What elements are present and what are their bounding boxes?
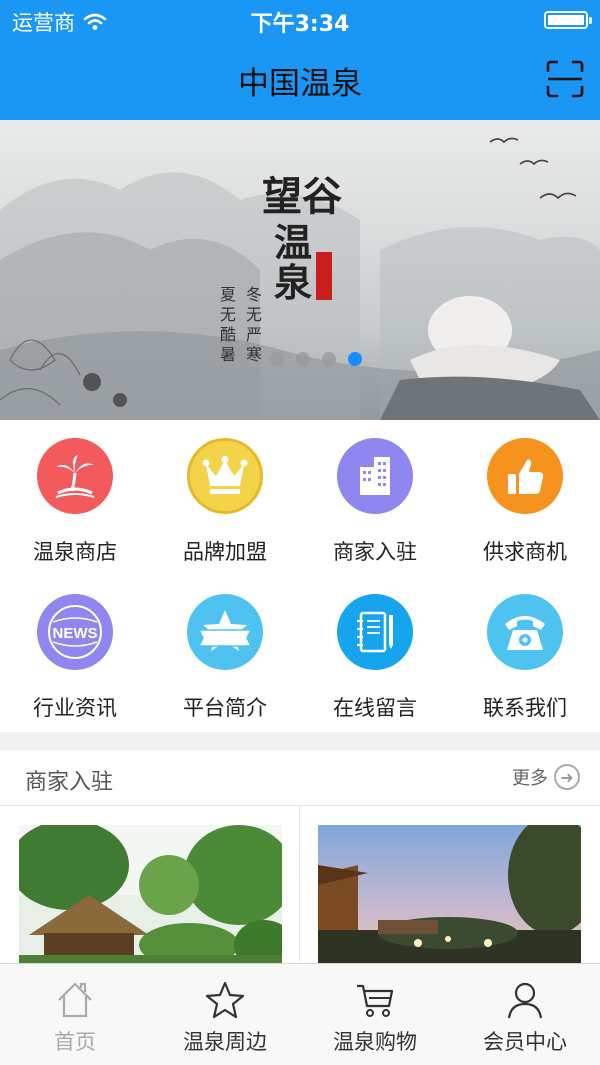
notebook-icon <box>337 594 413 670</box>
tab-label: 首页 <box>54 1030 96 1054</box>
merchant-thumbnail[interactable] <box>318 825 581 965</box>
menu-label: 平台简介 <box>183 696 267 720</box>
tab-label: 温泉购物 <box>333 1030 417 1054</box>
menu-label: 行业资讯 <box>33 696 117 720</box>
menu-label: 供求商机 <box>483 540 567 564</box>
svg-text:严: 严 <box>246 325 262 344</box>
menu-item-hot-spring-store[interactable]: 温泉商店 <box>0 420 150 576</box>
menu-item-industry-news[interactable]: NEWS 行业资讯 <box>0 576 150 732</box>
svg-text:暑: 暑 <box>220 345 236 364</box>
menu-label: 温泉商店 <box>33 540 117 564</box>
feature-grid: 温泉商店 品牌加盟 商家入驻 供求商机 NEWS 行业资讯 平台简介 在线留言 … <box>0 420 600 732</box>
svg-text:寒: 寒 <box>246 345 262 364</box>
carousel-dot[interactable] <box>296 352 310 366</box>
menu-label: 商家入驻 <box>333 540 417 564</box>
menu-item-merchant-join[interactable]: 商家入驻 <box>300 420 450 576</box>
tab-label: 会员中心 <box>483 1030 567 1054</box>
news-icon: NEWS <box>37 594 113 670</box>
building-icon <box>337 438 413 514</box>
carousel-dot-active[interactable] <box>348 352 362 366</box>
telephone-icon <box>487 594 563 670</box>
svg-text:无: 无 <box>246 305 262 324</box>
svg-text:望谷: 望谷 <box>262 173 342 220</box>
menu-item-platform-intro[interactable]: 平台简介 <box>150 576 300 732</box>
column-divider <box>299 806 300 966</box>
menu-item-supply-demand[interactable]: 供求商机 <box>450 420 600 576</box>
section-divider <box>0 732 600 750</box>
merchant-thumbnail[interactable] <box>19 825 282 965</box>
clock: 下午3:34 <box>250 12 350 37</box>
battery-icon <box>544 11 592 29</box>
tab-member-center[interactable]: 会员中心 <box>450 964 600 1065</box>
banner-image: 望谷 温 泉 冬无严寒 夏无酷暑 <box>0 137 600 420</box>
crown-icon <box>187 438 263 514</box>
menu-item-online-message[interactable]: 在线留言 <box>300 576 450 732</box>
scan-icon[interactable] <box>546 60 584 98</box>
page-title: 中国温泉 <box>238 66 362 102</box>
person-icon <box>507 982 543 1019</box>
svg-text:泉: 泉 <box>274 260 312 305</box>
carousel-dot[interactable] <box>322 352 336 366</box>
more-button[interactable]: 更多 ➜ <box>512 764 580 790</box>
banner-carousel[interactable]: 望谷 温 泉 冬无严寒 夏无酷暑 <box>0 120 600 420</box>
svg-text:无: 无 <box>220 305 236 324</box>
svg-text:温: 温 <box>274 220 312 265</box>
more-label: 更多 <box>512 768 548 789</box>
tab-shopping[interactable]: 温泉购物 <box>300 964 450 1065</box>
carousel-dot[interactable] <box>270 352 284 366</box>
tab-label: 温泉周边 <box>183 1030 267 1054</box>
status-bar: 运营商 下午3:34 <box>0 0 600 40</box>
merchants-header: 商家入驻 更多 ➜ <box>0 750 600 806</box>
svg-text:夏: 夏 <box>220 285 236 304</box>
nav-bar: 运营商 下午3:34 中国温泉 <box>0 0 600 120</box>
star-banner-icon <box>187 594 263 670</box>
thumbs-up-icon <box>487 438 563 514</box>
svg-text:酷: 酷 <box>220 325 236 344</box>
tab-bar: 首页 温泉周边 温泉购物 会员中心 <box>0 963 600 1065</box>
star-icon <box>205 981 245 1019</box>
home-icon <box>58 982 92 1018</box>
tab-home[interactable]: 首页 <box>0 964 150 1065</box>
menu-item-brand-franchise[interactable]: 品牌加盟 <box>150 420 300 576</box>
palm-island-icon <box>37 438 113 514</box>
menu-label: 在线留言 <box>333 696 417 720</box>
menu-label: 品牌加盟 <box>183 540 267 564</box>
section-title: 商家入驻 <box>25 770 114 795</box>
svg-text:冬: 冬 <box>246 285 262 304</box>
svg-text:NEWS: NEWS <box>53 625 98 642</box>
carousel-indicator[interactable] <box>270 352 362 366</box>
menu-item-contact-us[interactable]: 联系我们 <box>450 576 600 732</box>
cart-icon <box>357 984 394 1017</box>
menu-label: 联系我们 <box>483 696 567 720</box>
tab-nearby[interactable]: 温泉周边 <box>150 964 300 1065</box>
arrow-right-icon: ➜ <box>554 764 580 790</box>
